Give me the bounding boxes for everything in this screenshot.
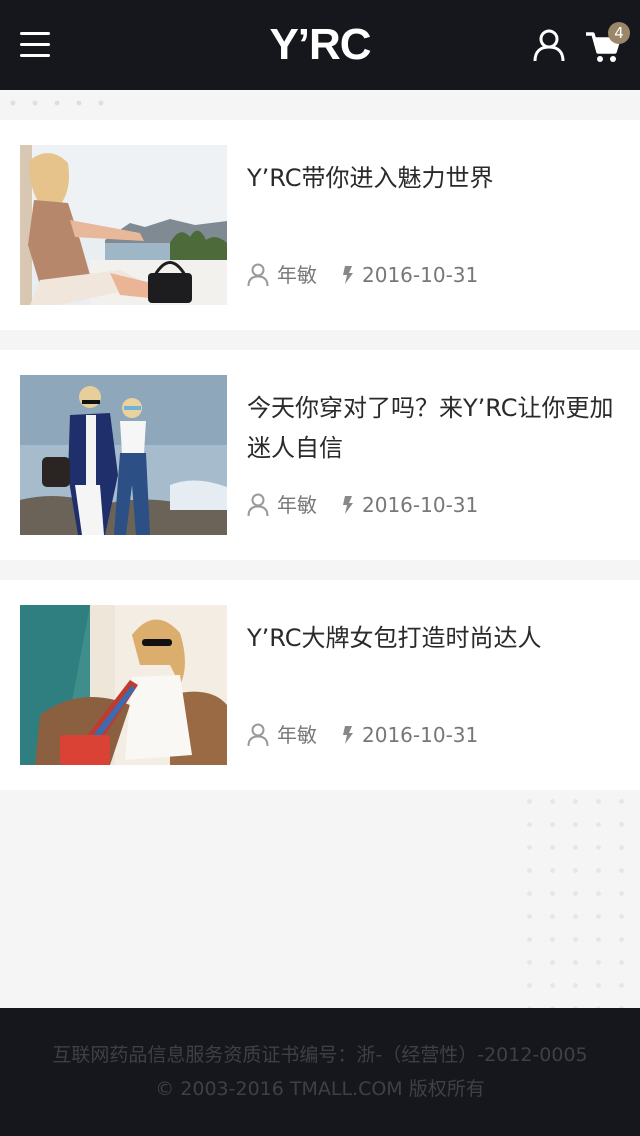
author-icon xyxy=(247,723,269,747)
article-title[interactable]: Y’RC大牌女包打造时尚达人 xyxy=(247,618,632,658)
copyright-text: © 2003-2016 TMALL.COM 版权所有 xyxy=(155,1078,485,1100)
article-author: 年敏 xyxy=(277,493,317,517)
user-icon[interactable] xyxy=(532,28,566,62)
decorative-dots xyxy=(0,90,640,120)
article-item[interactable]: Y’RC带你进入魅力世界 年敏 2016-10-31 xyxy=(0,120,640,330)
article-item[interactable]: 今天你穿对了吗？来Y’RC让你更加迷人自信 年敏 2016-10-31 xyxy=(0,350,640,560)
footer: 互联网药品信息服务资质证书编号：浙-（经营性）-2012-0005 © 2003… xyxy=(0,1008,640,1136)
article-item[interactable]: Y’RC大牌女包打造时尚达人 年敏 2016-10-31 xyxy=(0,580,640,790)
article-date: 2016-10-31 xyxy=(362,263,479,287)
clock-icon xyxy=(343,266,353,284)
article-thumbnail[interactable] xyxy=(20,375,227,535)
article-thumbnail[interactable] xyxy=(20,145,227,305)
cart-count-badge: 4 xyxy=(608,22,630,44)
article-date: 2016-10-31 xyxy=(362,723,479,747)
article-thumbnail[interactable] xyxy=(20,605,227,765)
clock-icon xyxy=(343,496,353,514)
author-icon xyxy=(247,493,269,517)
article-author: 年敏 xyxy=(277,723,317,747)
article-author: 年敏 xyxy=(277,263,317,287)
clock-icon xyxy=(343,726,353,744)
author-icon xyxy=(247,263,269,287)
article-title[interactable]: Y’RC带你进入魅力世界 xyxy=(247,158,632,198)
top-nav-bar: Y’RC 4 xyxy=(0,0,640,90)
article-date: 2016-10-31 xyxy=(362,493,479,517)
decorative-dots xyxy=(518,790,640,1008)
license-text: 互联网药品信息服务资质证书编号：浙-（经营性）-2012-0005 xyxy=(52,1044,588,1066)
article-title[interactable]: 今天你穿对了吗？来Y’RC让你更加迷人自信 xyxy=(247,388,632,468)
